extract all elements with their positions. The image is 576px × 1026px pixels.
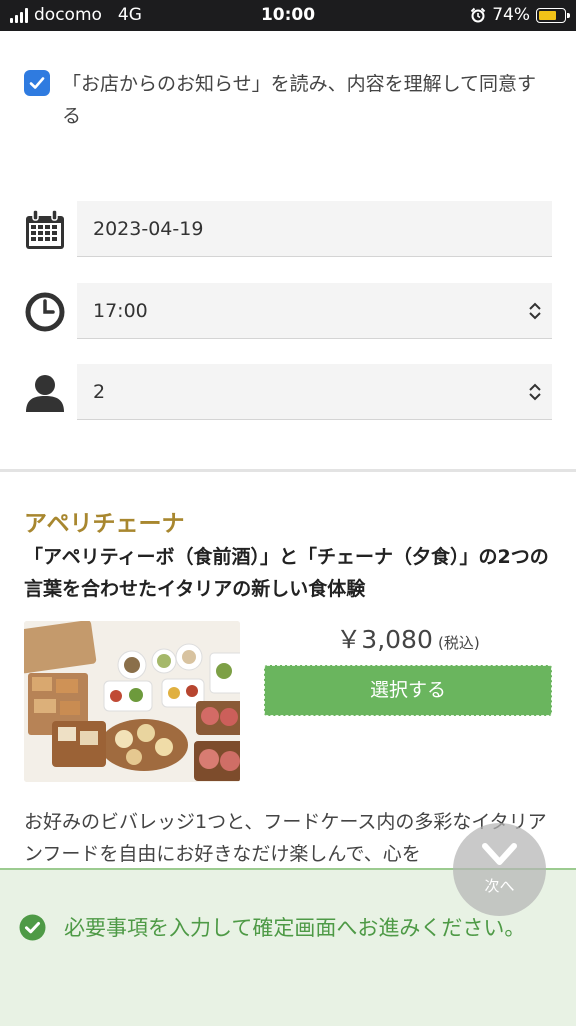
- date-row: 2023-04-19: [24, 201, 552, 259]
- clock-icon: [24, 291, 66, 333]
- plan-photo: [24, 621, 240, 782]
- check-circle-icon: [19, 914, 46, 941]
- person-icon: [24, 372, 66, 414]
- select-plan-button[interactable]: 選択する: [264, 665, 552, 716]
- section-divider: [0, 469, 576, 472]
- agreement-checkbox[interactable]: [24, 70, 50, 96]
- next-button-label: 次へ: [484, 877, 515, 895]
- stepper-icon: [529, 302, 541, 320]
- price-amount: ￥3,080: [336, 625, 433, 654]
- date-input[interactable]: 2023-04-19: [77, 201, 552, 257]
- tax-note: (税込): [437, 634, 480, 652]
- calendar-icon: [24, 209, 66, 251]
- status-bar: docomo 4G 10:00 74%: [0, 0, 576, 31]
- plan-price: ￥3,080 (税込): [264, 620, 552, 656]
- time-row: 17:00: [24, 283, 552, 341]
- people-select[interactable]: 2: [77, 364, 552, 420]
- battery-fill: [539, 10, 556, 20]
- plan-title: アペリチェーナ: [24, 511, 185, 537]
- time-select[interactable]: 17:00: [77, 283, 552, 339]
- battery-percent: 74%: [492, 5, 530, 25]
- time-value: 17:00: [93, 300, 148, 322]
- people-row: 2: [24, 364, 552, 422]
- stepper-icon: [529, 383, 541, 401]
- status-bar-right: 74%: [470, 5, 570, 25]
- agreement-label[interactable]: 「お店からのお知らせ」を読み、内容を理解して同意する: [62, 68, 542, 132]
- plan-subtitle: 「アペリティーボ（食前酒）」と「チェーナ（夕食）」の2つの言葉を合わせたイタリア…: [24, 546, 549, 600]
- people-value: 2: [93, 381, 106, 403]
- battery-icon: [536, 7, 570, 23]
- checkmark-icon: [29, 77, 45, 89]
- next-button[interactable]: 次へ: [453, 823, 546, 916]
- chevron-down-icon: [482, 843, 517, 865]
- alarm-icon: [470, 7, 486, 23]
